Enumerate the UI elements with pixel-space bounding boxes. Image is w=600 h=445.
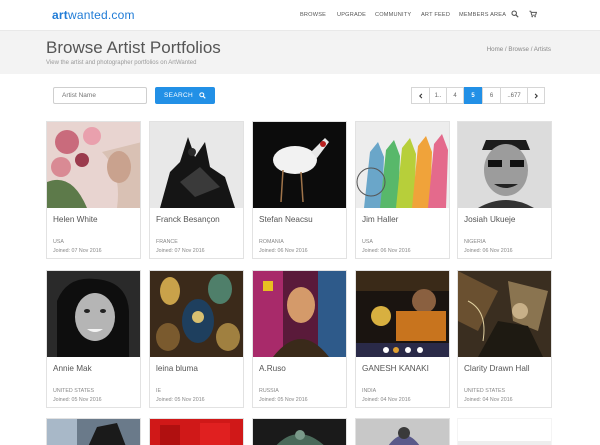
chevron-right-icon (534, 93, 538, 98)
artist-country: USA (53, 239, 64, 245)
top-navbar: artwanted.com BROWSE UPGRADE COMMUNITY A… (0, 0, 600, 31)
pagination-page-4[interactable]: 4 (446, 87, 464, 104)
pagination-last[interactable]: ..677 (500, 87, 528, 104)
artist-joined-date: Joined: 05 Nov 2016 (156, 397, 205, 403)
artist-thumbnail[interactable] (253, 271, 346, 357)
artist-joined-date: Joined: 05 Nov 2016 (53, 397, 102, 403)
artist-thumbnail[interactable] (253, 122, 346, 208)
artist-joined-date: Joined: 04 Nov 2016 (464, 397, 513, 403)
artist-joined-date: Joined: 07 Nov 2016 (156, 248, 205, 254)
logo-part-wanted: wanted.com (67, 8, 135, 22)
artist-country: UNITED STATES (53, 388, 95, 394)
artist-country: UNITED STATES (464, 388, 506, 394)
artist-joined-date: Joined: 06 Nov 2016 (362, 248, 411, 254)
artist-name[interactable]: Clarity Drawn Hall (464, 364, 530, 373)
nav-community[interactable]: COMMUNITY (375, 12, 411, 18)
artist-name[interactable]: GANESH KANAKI (362, 364, 429, 373)
artist-joined-date: Joined: 06 Nov 2016 (464, 248, 513, 254)
artist-thumbnail[interactable] (458, 271, 551, 357)
artist-card[interactable]: Annie Mak UNITED STATES Joined: 05 Nov 2… (46, 270, 141, 408)
artist-card[interactable]: Helen White USA Joined: 07 Nov 2016 (46, 121, 141, 259)
nav-art-feed[interactable]: ART FEED (421, 12, 450, 18)
artist-card[interactable] (457, 418, 552, 445)
artist-thumbnail[interactable] (458, 419, 551, 445)
artist-joined-date: Joined: 04 Nov 2016 (362, 397, 411, 403)
artist-thumbnail[interactable] (47, 419, 140, 445)
artist-joined-date: Joined: 07 Nov 2016 (53, 248, 102, 254)
artist-card[interactable] (149, 418, 244, 445)
logo-part-art: art (52, 8, 68, 22)
search-button[interactable]: SEARCH (155, 87, 215, 104)
artist-thumbnail[interactable] (47, 271, 140, 357)
pagination-next-button[interactable] (527, 87, 545, 104)
artist-card[interactable]: A.Ruso RUSSIA Joined: 05 Nov 2016 (252, 270, 347, 408)
cart-icon[interactable] (529, 10, 537, 18)
artist-country: INDIA (362, 388, 377, 394)
site-logo[interactable]: artwanted.com (52, 8, 135, 22)
pagination-first[interactable]: 1.. (429, 87, 447, 104)
search-icon[interactable] (511, 10, 519, 18)
artist-name[interactable]: leina bluma (156, 364, 198, 373)
artist-card[interactable]: leina bluma IE Joined: 05 Nov 2016 (149, 270, 244, 408)
artist-thumbnail[interactable] (253, 419, 346, 445)
artist-country: ROMANIA (259, 239, 284, 245)
artist-thumbnail[interactable] (47, 122, 140, 208)
artist-name[interactable]: A.Ruso (259, 364, 286, 373)
nav-upgrade[interactable]: UPGRADE (337, 12, 366, 18)
artist-card[interactable]: Franck Besançon FRANCE Joined: 07 Nov 20… (149, 121, 244, 259)
artist-country: USA (362, 239, 373, 245)
artist-country: IE (156, 388, 162, 394)
artist-card[interactable]: Jim Haller USA Joined: 06 Nov 2016 (355, 121, 450, 259)
nav-browse[interactable]: BROWSE (300, 12, 326, 18)
pagination-page-6[interactable]: 6 (482, 87, 501, 104)
artist-joined-date: Joined: 06 Nov 2016 (259, 248, 308, 254)
artist-thumbnail[interactable] (356, 419, 449, 445)
artist-country: FRANCE (156, 239, 178, 245)
pagination-prev-button[interactable] (411, 87, 430, 104)
artist-country: RUSSIA (259, 388, 279, 394)
artist-thumbnail[interactable] (150, 419, 243, 445)
artist-card[interactable]: Clarity Drawn Hall UNITED STATES Joined:… (457, 270, 552, 408)
search-button-label: SEARCH (164, 92, 193, 99)
artist-name[interactable]: Annie Mak (53, 364, 92, 373)
artist-card[interactable] (355, 418, 450, 445)
artist-thumbnail[interactable] (356, 271, 449, 357)
artist-card[interactable] (252, 418, 347, 445)
artist-name[interactable]: Jim Haller (362, 215, 398, 224)
pagination-page-5-active[interactable]: 5 (464, 87, 482, 104)
artist-name[interactable]: Josiah Ukueje (464, 215, 515, 224)
nav-members-area[interactable]: MEMBERS AREA (459, 12, 506, 18)
page-subtitle: View the artist and photographer portfol… (46, 60, 197, 66)
artist-thumbnail[interactable] (356, 122, 449, 208)
search-icon (199, 92, 206, 99)
artist-card[interactable]: Stefan Neacsu ROMANIA Joined: 06 Nov 201… (252, 121, 347, 259)
artist-thumbnail[interactable] (150, 271, 243, 357)
artist-name[interactable]: Stefan Neacsu (259, 215, 313, 224)
page-title: Browse Artist Portfolios (46, 38, 221, 57)
breadcrumb[interactable]: Home / Browse / Artists (487, 46, 551, 53)
artist-name[interactable]: Franck Besançon (156, 215, 220, 224)
artist-card[interactable]: Josiah Ukueje NIGERIA Joined: 06 Nov 201… (457, 121, 552, 259)
artist-joined-date: Joined: 05 Nov 2016 (259, 397, 308, 403)
artist-thumbnail[interactable] (150, 122, 243, 208)
artist-card[interactable] (46, 418, 141, 445)
artist-card[interactable]: GANESH KANAKI INDIA Joined: 04 Nov 2016 (355, 270, 450, 408)
chevron-left-icon (418, 93, 422, 98)
artist-country: NIGERIA (464, 239, 486, 245)
artist-name-input[interactable] (53, 87, 147, 104)
artist-name[interactable]: Helen White (53, 215, 98, 224)
artist-thumbnail[interactable] (458, 122, 551, 208)
